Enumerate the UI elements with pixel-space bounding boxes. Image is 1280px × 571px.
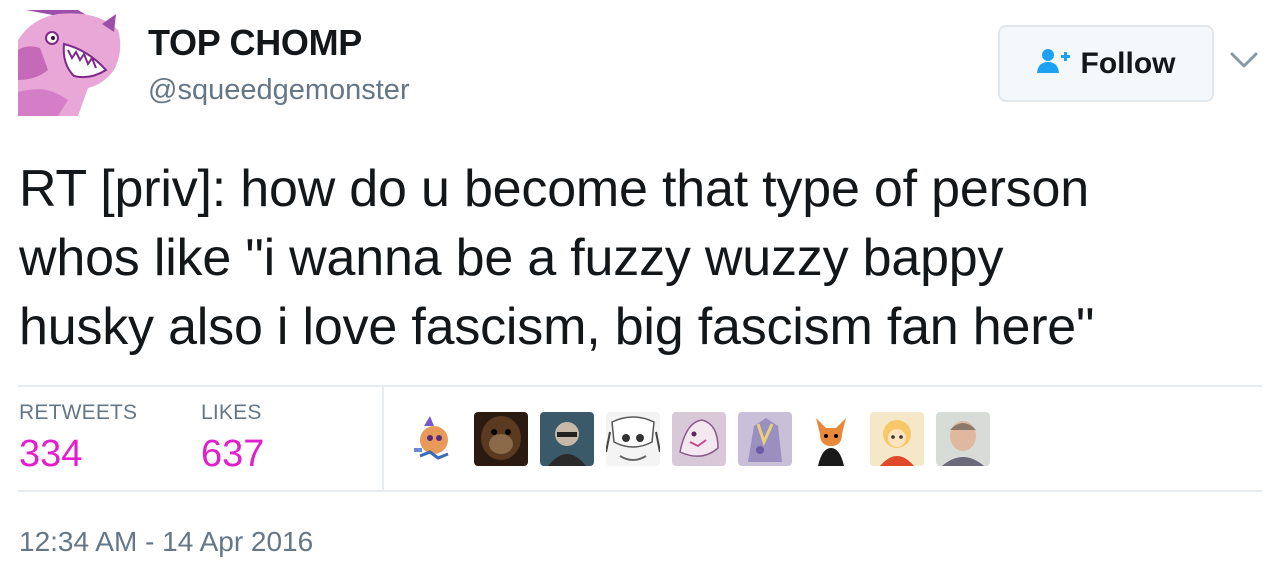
avatar-image-icon: [18, 10, 124, 116]
liker-avatar[interactable]: [804, 412, 858, 466]
divider: [18, 490, 1262, 492]
liker-avatar[interactable]: [672, 412, 726, 466]
avatar[interactable]: [18, 10, 124, 116]
liker-avatar[interactable]: [936, 412, 990, 466]
likers-avatars: [408, 412, 990, 466]
tweet-text-line: whos like "i wanna be a fuzzy wuzzy bapp…: [19, 229, 1004, 287]
retweets-stat[interactable]: RETWEETS 334: [19, 401, 137, 476]
liker-avatar[interactable]: [474, 412, 528, 466]
user-handle[interactable]: @squeedgemonster: [148, 74, 410, 107]
tweet-timestamp[interactable]: 12:34 AM - 14 Apr 2016: [19, 526, 313, 558]
liker-avatar[interactable]: [606, 412, 660, 466]
likes-label: LIKES: [201, 401, 262, 424]
retweets-count: 334: [19, 433, 83, 475]
divider: [382, 387, 384, 490]
display-name[interactable]: TOP CHOMP: [148, 22, 362, 64]
liker-avatar[interactable]: [738, 412, 792, 466]
follow-button-label: Follow: [1080, 46, 1176, 80]
tweet-text-line: husky also i love fascism, big fascism f…: [19, 298, 1095, 356]
add-user-icon: [1036, 48, 1071, 79]
tweet-text: RT [priv]: how do u become that type of …: [19, 155, 1269, 362]
retweets-label: RETWEETS: [19, 401, 138, 424]
liker-avatar[interactable]: [408, 412, 462, 466]
likes-stat[interactable]: LIKES 637: [201, 401, 264, 476]
follow-button[interactable]: Follow: [998, 25, 1214, 102]
liker-avatar[interactable]: [540, 412, 594, 466]
liker-avatar[interactable]: [870, 412, 924, 466]
tweet-card: TOP CHOMP @squeedgemonster Follow RT [pr…: [0, 0, 1280, 571]
divider: [18, 385, 1262, 387]
likes-count: 637: [201, 433, 265, 475]
chevron-down-icon[interactable]: [1228, 48, 1260, 72]
tweet-text-line: RT [priv]: how do u become that type of …: [19, 160, 1089, 218]
